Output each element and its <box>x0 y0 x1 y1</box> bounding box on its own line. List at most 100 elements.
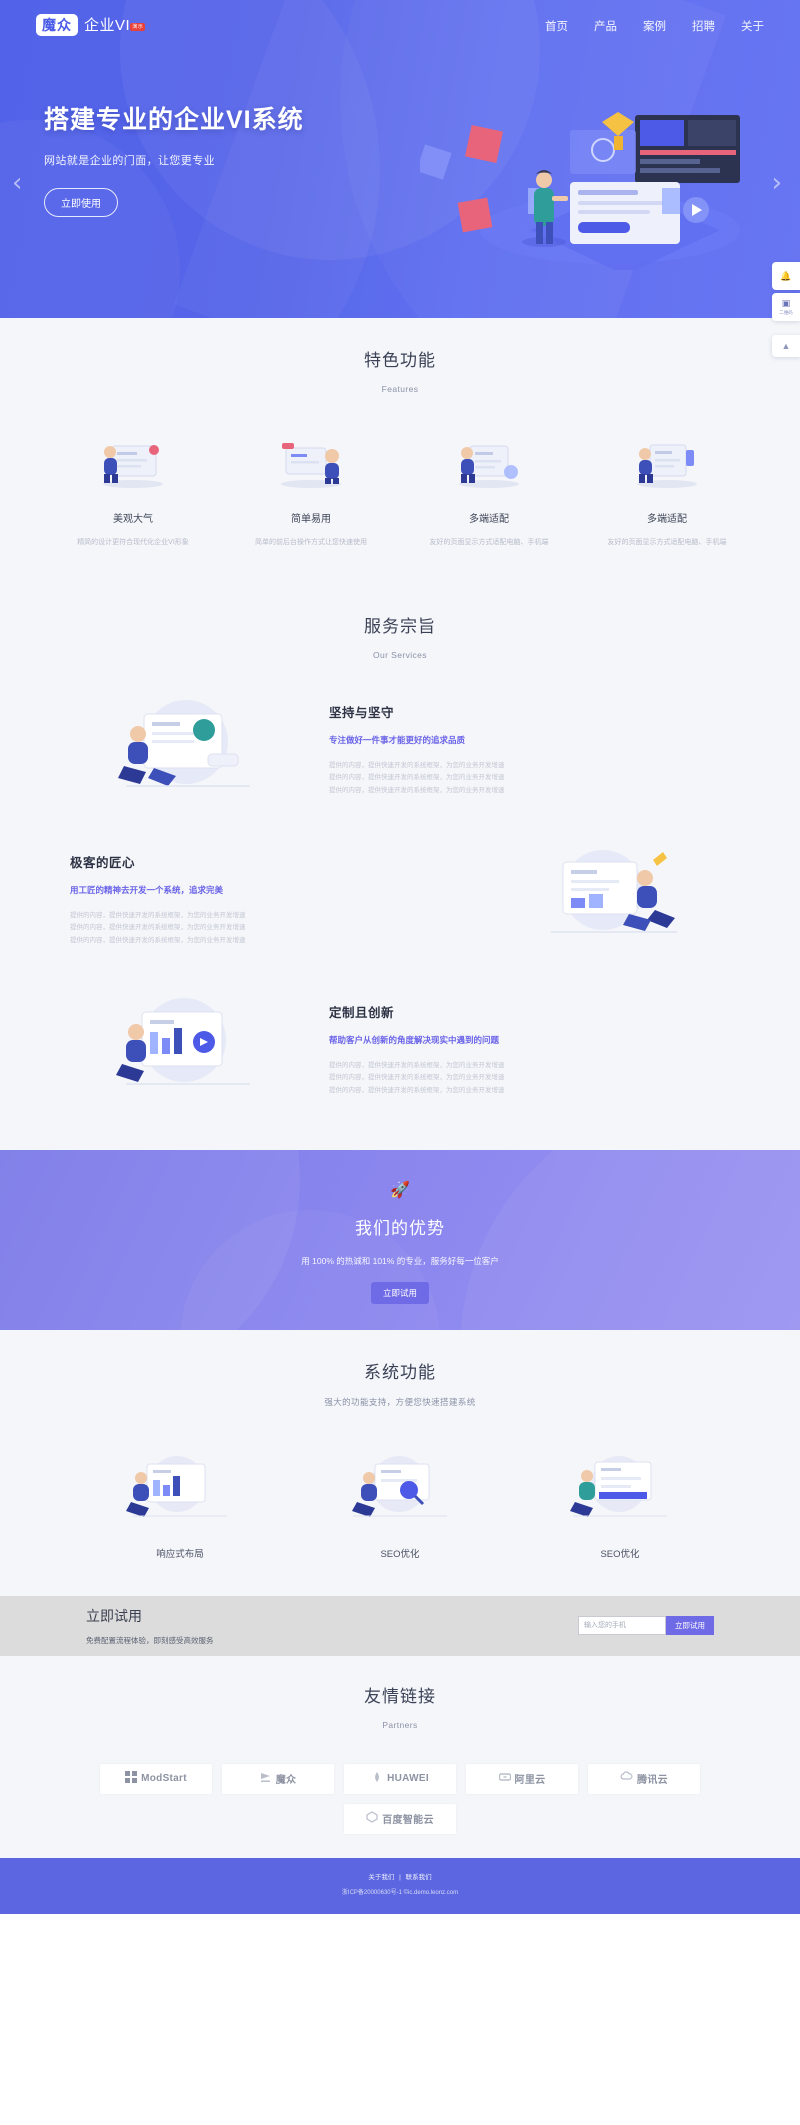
service-heading: 坚持与坚守 <box>329 705 395 720</box>
service-illustration <box>495 840 730 960</box>
back-to-top-button[interactable]: ▲ <box>772 335 800 357</box>
service-subheading: 用工匠的精神去开发一个系统，追求完美 <box>70 884 224 895</box>
phone-input[interactable] <box>578 1616 666 1636</box>
footer-link-contact[interactable]: 联系我们 <box>406 1874 432 1881</box>
service-body: 提供的内容，提供快速开发的系统框架，为您的业务开发增速 提供的内容，提供快速开发… <box>70 911 246 945</box>
qrcode-icon: ▣ <box>781 298 791 308</box>
partner-item[interactable]: 腾讯云 <box>588 1763 700 1794</box>
partner-label: HUAWEI <box>387 1773 429 1785</box>
system-functions-list: 响应式布局 SEO优化 SEO优化 <box>0 1450 800 1560</box>
partner-label: 腾讯云 <box>637 1775 668 1787</box>
feature-card[interactable]: 多端适配 友好的页面显示方式适配电脑、手机端 <box>587 434 747 548</box>
advantage-decoration-blob <box>460 1149 800 1330</box>
nav-item-home[interactable]: 首页 <box>545 18 568 34</box>
aliyun-logo-icon <box>498 1770 511 1788</box>
footer-copyright: 浙ICP备20000630号-1 ©ic.demo.leonz.com <box>341 1889 459 1896</box>
feature-name: 多端适配 <box>647 514 687 525</box>
system-function-illustration <box>310 1450 490 1522</box>
feature-card[interactable]: 美观大气 精简的设计更符合现代化企业VI形象 <box>53 434 213 548</box>
feature-illustration <box>409 434 569 490</box>
feature-desc: 简单的前后台操作方式让您快速使用 <box>255 539 367 546</box>
partner-item[interactable]: 阿里云 <box>466 1763 578 1794</box>
logo-title: 企业VI <box>84 17 131 34</box>
partners-subtitle: Partners <box>382 1719 418 1730</box>
floating-side-widgets: 🔔 ▣ 二维码 ▲ <box>772 262 800 357</box>
system-function-card[interactable]: 响应式布局 <box>90 1450 270 1560</box>
main-nav: 首页 产品 案例 招聘 关于 <box>545 18 764 34</box>
feature-card[interactable]: 多端适配 友好的页面显示方式适配电脑、手机端 <box>409 434 569 548</box>
partners-list: ModStart 魔众 HUAWEI 阿里云 腾讯云 百度智能云 <box>0 1763 800 1834</box>
partner-label: 百度智能云 <box>382 1815 434 1827</box>
nav-item-cases[interactable]: 案例 <box>643 18 666 34</box>
footer-divider: | <box>399 1873 401 1881</box>
service-row: 极客的匠心 用工匠的精神去开发一个系统，追求完美 提供的内容，提供快速开发的系统… <box>0 840 800 960</box>
service-row: 坚持与坚守 专注做好一件事才能更好的追求品质 提供的内容，提供快速开发的系统框架… <box>0 690 800 810</box>
service-heading: 极客的匠心 <box>70 855 136 870</box>
service-subheading: 帮助客户从创新的角度解决现实中遇到的问题 <box>329 1034 500 1045</box>
feature-card[interactable]: 简单易用 简单的前后台操作方式让您快速使用 <box>231 434 391 548</box>
features-list: 美观大气 精简的设计更符合现代化企业VI形象 简单易用 简单的前后台操作方式让您 <box>0 434 800 548</box>
logo-badge: 魔众 <box>36 14 78 37</box>
footer-link-about[interactable]: 关于我们 <box>368 1874 394 1881</box>
service-subheading: 专注做好一件事才能更好的追求品质 <box>329 734 466 745</box>
carousel-next-arrow[interactable]: › <box>772 168 782 198</box>
service-heading: 定制且创新 <box>329 1005 395 1020</box>
rocket-icon: 🚀 <box>390 1181 410 1199</box>
tencentcloud-logo-icon <box>620 1770 633 1788</box>
qrcode-label: 二维码 <box>779 310 793 315</box>
mozhong-logo-icon <box>260 1770 272 1788</box>
partner-label: ModStart <box>141 1773 187 1785</box>
hero-banner: 魔众 企业VI 演示 首页 产品 案例 招聘 关于 搭建专业的企业VI系统 网站就… <box>0 0 800 318</box>
top-navigation-bar: 魔众 企业VI 演示 首页 产品 案例 招聘 关于 <box>0 0 800 52</box>
hero-content: 搭建专业的企业VI系统 网站就是企业的门面，让您更专业 立即使用 <box>0 52 800 217</box>
partner-item[interactable]: ModStart <box>100 1763 212 1794</box>
system-function-illustration <box>90 1450 270 1522</box>
modstart-logo-icon <box>125 1770 138 1788</box>
service-text: 极客的匠心 用工匠的精神去开发一个系统，追求完美 提供的内容，提供快速开发的系统… <box>70 852 471 948</box>
system-function-card[interactable]: SEO优化 <box>530 1450 710 1560</box>
feature-illustration <box>231 434 391 490</box>
trial-form: 立即试用 <box>578 1616 714 1636</box>
footer-links: 关于我们 | 联系我们 <box>0 1871 800 1881</box>
carousel-prev-arrow[interactable]: ‹ <box>12 168 22 198</box>
partner-item[interactable]: 百度智能云 <box>344 1803 456 1834</box>
nav-item-about[interactable]: 关于 <box>741 18 764 34</box>
feature-name: 美观大气 <box>113 514 153 525</box>
services-section: 服务宗旨 Our Services 坚持与坚守 专注做好一件事才能更好的追求品质 <box>0 581 800 1150</box>
baiducloud-logo-icon <box>366 1810 378 1828</box>
features-title: 特色功能 <box>364 351 436 370</box>
partner-item[interactable]: HUAWEI <box>344 1763 456 1794</box>
partner-label: 阿里云 <box>514 1775 546 1787</box>
feature-desc: 友好的页面显示方式适配电脑、手机端 <box>607 539 727 546</box>
logo-text: 企业VI 演示 <box>84 14 146 38</box>
service-illustration <box>70 990 305 1110</box>
feature-name: 多端适配 <box>469 514 509 525</box>
system-function-card[interactable]: SEO优化 <box>310 1450 490 1560</box>
hero-cta-button[interactable]: 立即使用 <box>44 188 118 217</box>
feature-illustration <box>53 434 213 490</box>
advantage-trial-button[interactable]: 立即试用 <box>370 1281 429 1304</box>
system-function-name: 响应式布局 <box>156 1548 204 1560</box>
trial-submit-button[interactable]: 立即试用 <box>666 1616 714 1636</box>
features-section: 特色功能 Features 美观大气 精简的设计更符合现代化企业VI形象 简单易… <box>0 318 800 582</box>
system-function-name: SEO优化 <box>600 1548 640 1560</box>
logo-demo-badge: 演示 <box>130 23 146 31</box>
services-title: 服务宗旨 <box>364 616 436 636</box>
notice-bell-icon[interactable]: 🔔 <box>772 262 800 290</box>
site-footer: 关于我们 | 联系我们 浙ICP备20000630号-1 ©ic.demo.le… <box>0 1857 800 1914</box>
system-functions-section: 系统功能 强大的功能支持，方便您快速搭建系统 响应式布局 SEO优化 SEO优化 <box>0 1329 800 1596</box>
feature-name: 简单易用 <box>291 514 331 525</box>
system-function-illustration <box>530 1450 710 1522</box>
trial-title: 立即试用 <box>86 1607 142 1624</box>
features-subtitle: Features <box>381 384 419 394</box>
qrcode-widget[interactable]: ▣ 二维码 <box>772 293 800 321</box>
hero-title: 搭建专业的企业VI系统 <box>44 106 304 134</box>
nav-item-jobs[interactable]: 招聘 <box>692 18 715 34</box>
hero-subtitle: 网站就是企业的门面，让您更专业 <box>44 155 215 167</box>
partners-section: 友情链接 Partners ModStart 魔众 HUAWEI 阿里云 腾讯云… <box>0 1655 800 1858</box>
partner-item[interactable]: 魔众 <box>222 1763 334 1794</box>
advantage-title: 我们的优势 <box>355 1218 445 1238</box>
site-logo[interactable]: 魔众 企业VI 演示 <box>36 14 146 38</box>
nav-item-products[interactable]: 产品 <box>594 18 617 34</box>
services-subtitle: Our Services <box>373 649 427 660</box>
